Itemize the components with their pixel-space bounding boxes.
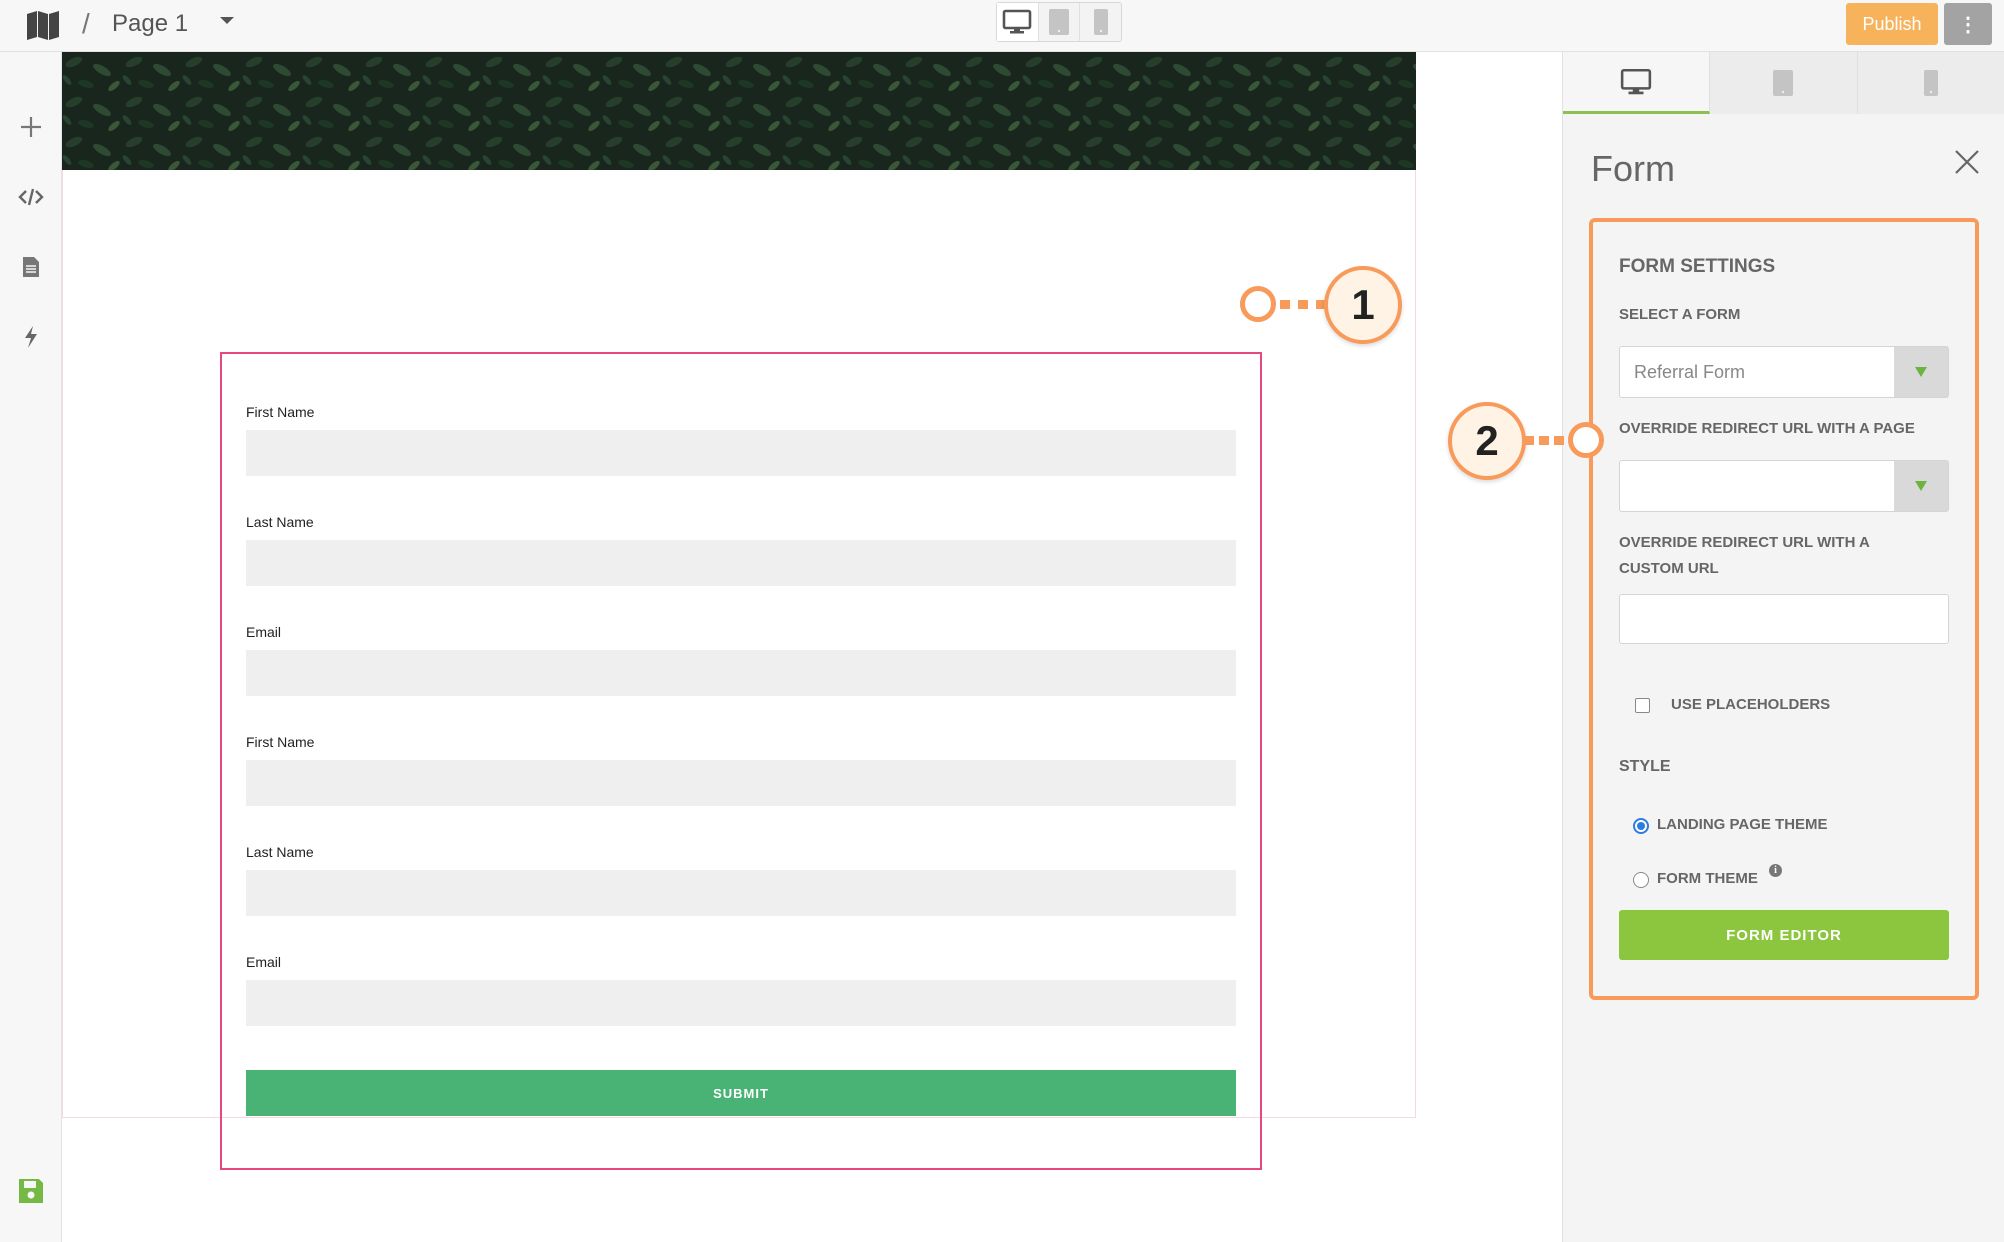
last-name-input[interactable] (246, 540, 1236, 586)
add-element-button[interactable] (16, 112, 46, 142)
submit-button[interactable]: SUBMIT (246, 1070, 1236, 1116)
select-form-label: SELECT A FORM (1619, 306, 1741, 323)
form-theme-radio[interactable] (1633, 872, 1649, 888)
page-canvas: First Name Last Name Email First Name La… (62, 52, 1562, 1242)
save-icon (19, 1179, 43, 1203)
code-button[interactable] (16, 182, 46, 212)
left-toolbar (0, 52, 62, 1242)
document-icon (23, 257, 39, 277)
device-switcher (996, 2, 1122, 42)
form-theme-label: FORM THEME (1657, 870, 1758, 887)
mobile-view-button[interactable] (1080, 3, 1121, 41)
form-settings-heading: FORM SETTINGS (1619, 256, 1776, 277)
info-icon[interactable]: i (1769, 864, 1782, 877)
desktop-icon (1003, 9, 1032, 34)
select-form-value: Referral Form (1634, 362, 1746, 382)
field-label: Last Name (246, 844, 314, 860)
landing-page-theme-radio[interactable] (1633, 818, 1649, 834)
mobile-icon (1923, 70, 1938, 96)
tab-desktop[interactable] (1563, 52, 1711, 114)
desktop-icon (1621, 68, 1652, 94)
landing-page-theme-label: LANDING PAGE THEME (1657, 816, 1828, 833)
close-panel-button[interactable] (1949, 144, 1985, 180)
callout-badge-2: 2 (1448, 402, 1526, 480)
field-label: Email (246, 624, 282, 640)
first-name-input-2[interactable] (246, 760, 1236, 806)
callout-anchor-2 (1568, 422, 1604, 458)
mobile-icon (1093, 9, 1108, 35)
use-placeholders-label: USE PLACEHOLDERS (1671, 696, 1831, 713)
breadcrumb-separator: / (82, 8, 90, 39)
right-settings-panel: Form FORM SETTINGS SELECT A FORM Referra… (1562, 52, 2004, 1242)
hero-image[interactable] (62, 52, 1416, 170)
field-label: First Name (246, 734, 315, 750)
actions-button[interactable] (16, 322, 46, 352)
more-options-button[interactable]: ⋮ (1944, 3, 1992, 45)
callout-connector-1 (1280, 300, 1326, 309)
code-icon (18, 188, 44, 206)
override-page-label: OVERRIDE REDIRECT URL WITH A PAGE (1619, 420, 1915, 437)
tab-tablet[interactable] (1710, 52, 1858, 114)
save-button[interactable] (16, 1176, 46, 1206)
dropdown-arrow[interactable] (1894, 347, 1948, 397)
foliage-background (62, 52, 1416, 170)
plus-icon (21, 117, 41, 137)
field-label: Email (246, 954, 282, 970)
map-logo-icon[interactable] (26, 10, 60, 40)
override-custom-url-label-line-2: CUSTOM URL (1619, 560, 1719, 577)
page-settings-button[interactable] (16, 252, 46, 282)
email-input[interactable] (246, 650, 1236, 696)
callout-connector-2 (1524, 436, 1564, 445)
override-page-dropdown[interactable] (1619, 460, 1949, 512)
tab-mobile[interactable] (1857, 52, 2004, 114)
email-input-2[interactable] (246, 980, 1236, 1026)
content-section: First Name Last Name Email First Name La… (62, 170, 1416, 1170)
field-label: Last Name (246, 514, 314, 530)
form-settings-card: FORM SETTINGS SELECT A FORM Referral For… (1589, 218, 1979, 1000)
top-bar: / Page 1 Publish ⋮ (0, 0, 2004, 52)
tablet-icon (1049, 9, 1069, 35)
callout-badge-1: 1 (1324, 266, 1402, 344)
publish-button[interactable]: Publish (1846, 3, 1938, 45)
tablet-view-button[interactable] (1039, 3, 1081, 41)
form-editor-button[interactable]: FORM EDITOR (1619, 910, 1949, 960)
field-label: First Name (246, 404, 315, 420)
callout-anchor-1 (1240, 286, 1276, 322)
dropdown-arrow[interactable] (1894, 461, 1948, 511)
form-block[interactable]: First Name Last Name Email First Name La… (220, 352, 1262, 1170)
lightning-icon (25, 326, 37, 348)
last-name-input-2[interactable] (246, 870, 1236, 916)
page-title[interactable]: Page 1 (112, 10, 188, 38)
override-custom-url-label: OVERRIDE REDIRECT URL WITH A (1619, 534, 1870, 551)
style-label: STYLE (1619, 758, 1671, 775)
use-placeholders-checkbox[interactable] (1635, 698, 1650, 713)
first-name-input[interactable] (246, 430, 1236, 476)
custom-url-input[interactable] (1619, 594, 1949, 644)
panel-device-tabs (1563, 52, 2004, 114)
panel-title: Form (1591, 148, 1675, 189)
triangle-down-icon (1915, 367, 1927, 377)
tablet-icon (1773, 70, 1794, 96)
chevron-down-icon[interactable] (218, 12, 236, 30)
desktop-view-button[interactable] (997, 3, 1039, 41)
close-icon (1955, 150, 1979, 174)
triangle-down-icon (1915, 481, 1927, 491)
select-form-dropdown[interactable]: Referral Form (1619, 346, 1949, 398)
